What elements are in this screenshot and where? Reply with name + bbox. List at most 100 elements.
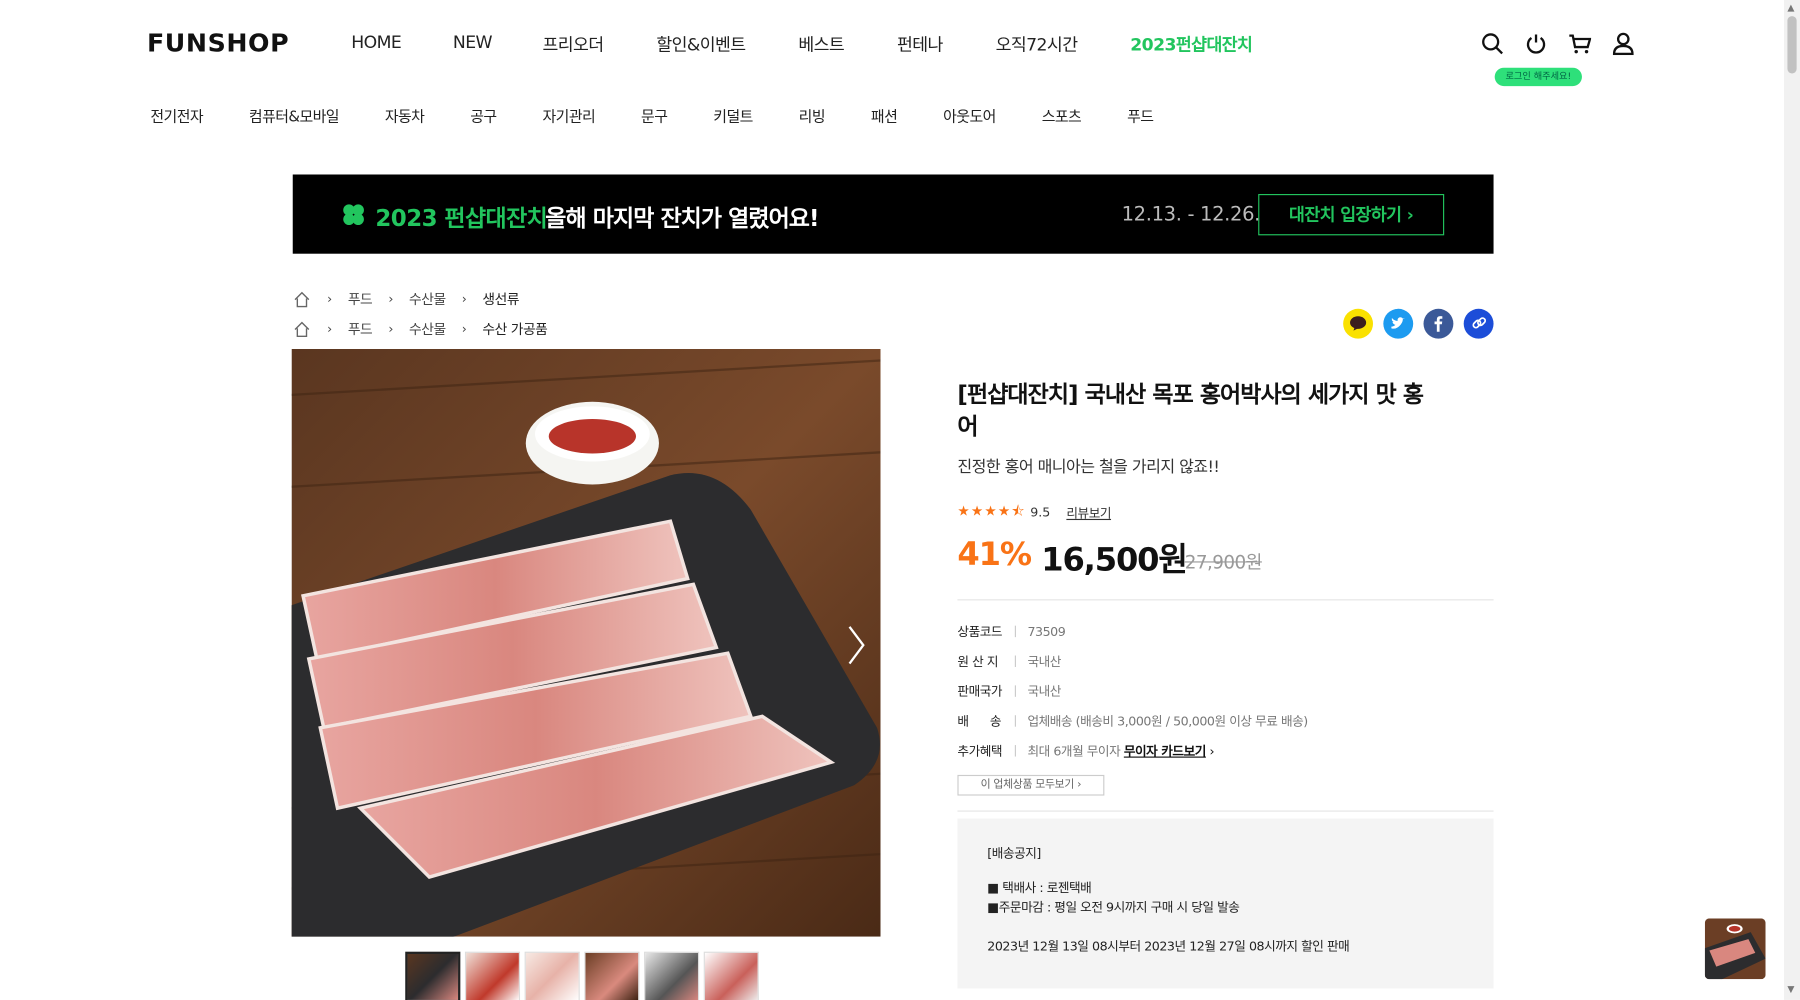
scroll-up-icon[interactable]: ▲ [1787,2,1794,12]
link-copy-icon[interactable] [1463,308,1494,339]
info-label: 판매국가 [957,684,1003,700]
clover-icon [341,202,366,227]
info-row-country: 판매국가 국내산 [957,682,1061,700]
kakaotalk-share-icon[interactable] [1343,308,1374,339]
thumbnail-image[interactable] [524,951,580,1000]
nav-sale-event[interactable]: 할인&이벤트 [656,32,746,56]
notice-line: ■ 택배사 : 로젠택배 [987,880,1092,896]
product-subtitle: 진정한 홍어 매니아는 철을 가리지 않죠!! [957,458,1220,477]
breadcrumb-item[interactable]: 생선류 [482,289,519,309]
category-item[interactable]: 자동차 [385,104,425,126]
review-link[interactable]: 리뷰보기 [1066,503,1111,521]
funshop-logo[interactable]: FUNSHOP [147,30,289,59]
product-main-image[interactable] [291,348,881,937]
chevron-right-icon: › [327,291,332,307]
nav-2023-festival[interactable]: 2023펀샵대잔치 [1130,32,1253,56]
category-item[interactable]: 문구 [641,104,668,126]
info-value: 국내산 [1027,684,1061,700]
breadcrumb: › 푸드 › 수산물 › 수산 가공품 [293,319,548,339]
nav-preorder[interactable]: 프리오더 [542,32,604,56]
scroll-down-icon[interactable]: ▼ [1787,984,1794,994]
breadcrumb-item[interactable]: 푸드 [348,319,373,339]
nav-new[interactable]: NEW [453,32,493,56]
category-item[interactable]: 아웃도어 [943,104,996,126]
notice-line: ■주문마감 : 평일 오전 9시까지 구매 시 당일 발송 [987,900,1240,915]
page-scrollbar[interactable]: ▲ ▼ [1783,0,1800,1000]
banner-enter-button[interactable]: 대잔치 입장하기 › [1258,194,1445,236]
info-value: 73509 [1027,623,1066,639]
scrollbar-thumb[interactable] [1787,16,1797,74]
breadcrumb-item[interactable]: 수산물 [409,319,446,339]
facebook-share-icon[interactable] [1423,308,1454,339]
info-value: 국내산 [1027,654,1061,670]
shipping-notice: [배송공지] ■ 택배사 : 로젠택배 ■주문마감 : 평일 오전 9시까지 구… [957,818,1494,989]
header-icons [1481,32,1635,56]
category-item[interactable]: 키덜트 [713,104,753,126]
thumbnail-image[interactable] [703,951,759,1000]
chevron-right-icon: › [388,321,393,337]
sale-price: 16,500원 [1041,540,1188,579]
banner-event-name: 2023 펀샵대잔치 [375,204,548,232]
info-label: 추가혜택 [957,743,1003,759]
category-item[interactable]: 푸드 [1127,104,1154,126]
category-item[interactable]: 패션 [871,104,898,126]
info-value: 최대 6개월 무이자 [1027,743,1121,759]
breadcrumb-item[interactable]: 푸드 [348,289,373,309]
category-navigation: 전기전자 컴퓨터&모바일 자동차 공구 자기관리 문구 키덜트 리빙 패션 아웃… [150,104,1154,126]
breadcrumb-item[interactable]: 수산물 [409,289,446,309]
product-thumbnails [405,951,759,1000]
view-all-vendor-products-button[interactable]: 이 업체상품 모두보기 › [957,774,1105,796]
info-label: 배 송 [957,714,1002,729]
info-label: 상품코드 [957,624,1003,640]
info-label: 원 산 지 [957,654,999,670]
chevron-right-icon: › [461,291,467,307]
chevron-right-icon: › [461,321,467,337]
nav-only72h[interactable]: 오직72시간 [996,32,1078,56]
divider [957,599,1494,601]
rating-score: 9.5 [1030,505,1051,521]
interest-free-card-link[interactable]: 무이자 카드보기 [1124,744,1207,759]
info-row-benefit: 추가혜택 최대 6개월 무이자 무이자 카드보기 › [957,742,1214,760]
login-hint-badge[interactable]: 로그인 해주세요! [1494,67,1582,87]
twitter-share-icon[interactable] [1383,308,1414,339]
product-rating: ★★★★⯪ 9.5 리뷰보기 [957,501,1111,525]
breadcrumb-item[interactable]: 수산 가공품 [482,319,547,339]
thumbnail-image[interactable] [584,951,640,1000]
notice-heading: [배송공지] [987,846,1041,861]
search-icon[interactable] [1481,32,1504,55]
nav-home[interactable]: HOME [351,32,402,56]
chevron-right-icon: › [1209,743,1215,759]
home-icon[interactable] [293,290,311,308]
nav-best[interactable]: 베스트 [798,32,844,56]
category-item[interactable]: 스포츠 [1042,104,1082,126]
category-item[interactable]: 공구 [470,104,497,126]
power-icon[interactable] [1525,32,1548,55]
divider [957,810,1494,812]
notice-line: 2023년 12월 13일 08시부터 2023년 12월 27일 08시까지 … [987,939,1350,954]
thumbnail-image[interactable] [464,951,521,1000]
recently-viewed-thumbnail[interactable] [1704,918,1766,980]
breadcrumb: › 푸드 › 수산물 › 생선류 [293,289,519,309]
category-item[interactable]: 전기전자 [150,104,203,126]
banner-tagline: 올해 마지막 잔치가 열렸어요! [545,204,819,232]
category-item[interactable]: 리빙 [799,104,826,126]
thumbnail-image[interactable] [405,951,461,1000]
info-value: 업체배송 (배송비 3,000원 / 50,000원 이상 무료 배송) [1027,714,1308,729]
share-buttons [1343,308,1494,339]
cart-icon[interactable] [1568,32,1592,55]
product-title: [펀샵대잔치] 국내산 목포 홍어박사의 세가지 맛 홍어 [957,379,1424,440]
thumbnail-image[interactable] [644,951,700,1000]
category-item[interactable]: 컴퓨터&모바일 [249,104,340,126]
nav-funtenna[interactable]: 펀테나 [897,32,943,56]
event-banner[interactable]: 2023 펀샵대잔치 올해 마지막 잔치가 열렸어요! 12.13. - 12.… [292,174,1494,254]
rating-stars-icon: ★★★★⯪ [957,502,1026,519]
chevron-right-icon: › [388,291,393,307]
info-row-origin: 원 산 지 국내산 [957,652,1061,670]
banner-dates: 12.13. - 12.26. [1121,203,1261,227]
chevron-right-icon: › [327,321,332,337]
discount-rate: 41% [957,534,1032,573]
user-icon[interactable] [1612,32,1635,56]
category-item[interactable]: 자기관리 [543,104,596,126]
info-row-shipping: 배 송 업체배송 (배송비 3,000원 / 50,000원 이상 무료 배송) [957,712,1308,730]
home-icon[interactable] [293,320,311,338]
